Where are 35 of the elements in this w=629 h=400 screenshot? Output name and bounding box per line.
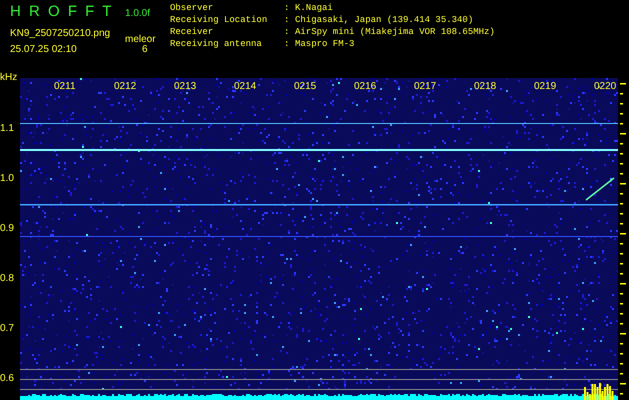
field-value: Maspro FM-3 <box>295 39 354 51</box>
unit-label: kHz <box>0 72 18 83</box>
field-label: Receiving antenna <box>170 39 263 51</box>
field-value: AirSpy mini (Miakejima VOR 108.65MHz) <box>295 27 495 39</box>
field-label: Observer <box>170 3 214 15</box>
version-label: 1.0.0f <box>125 8 150 19</box>
frequency-label: 1.1 <box>0 123 14 134</box>
frequency-label: 0.9 <box>0 223 14 234</box>
time-label: 0215 <box>294 81 316 92</box>
time-label: 0216 <box>354 81 376 92</box>
separator-label: : <box>284 3 290 15</box>
app-title: H R O F F T <box>10 3 114 20</box>
filename-label: KN9_2507250210.png <box>10 28 112 39</box>
time-label: 0212 <box>114 81 136 92</box>
timestamp-label: 25.07.25 02:10 <box>10 44 78 55</box>
mode-label: meleor <box>125 34 156 45</box>
separator-label: : <box>284 39 290 51</box>
time-label: 0220 <box>594 81 616 92</box>
frequency-label: 1.0 <box>0 173 14 184</box>
separator-label: : <box>284 27 290 39</box>
time-label: 0211 <box>54 81 76 92</box>
time-label: 0213 <box>174 81 196 92</box>
separator-label: : <box>284 15 290 27</box>
time-label: 0214 <box>234 81 256 92</box>
count-label: 6 <box>141 44 148 55</box>
time-label: 0218 <box>474 81 496 92</box>
frequency-label: 0.6 <box>0 373 14 384</box>
field-label: Receiving Location <box>170 15 268 27</box>
field-label: Receiver <box>170 27 214 39</box>
frequency-label: 0.8 <box>0 273 14 284</box>
time-label: 0217 <box>414 81 436 92</box>
time-label: 0219 <box>534 81 556 92</box>
field-value: Chigasaki, Japan (139.414 35.340) <box>295 15 474 27</box>
field-value: K.Nagai <box>295 3 333 15</box>
frequency-label: 0.7 <box>0 323 14 334</box>
